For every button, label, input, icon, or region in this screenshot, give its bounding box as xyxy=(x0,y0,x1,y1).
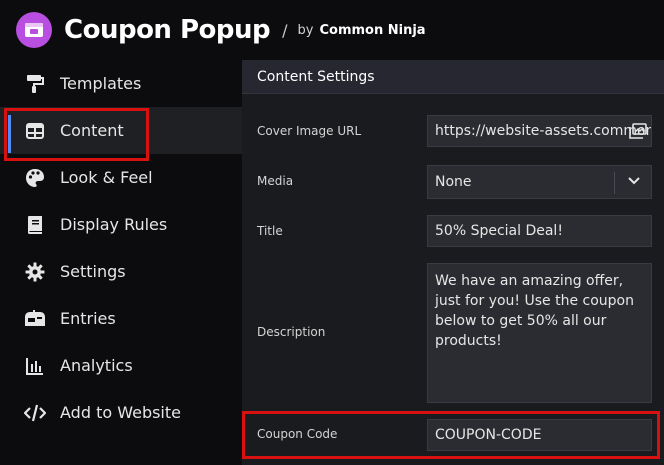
sidebar-item-display-rules[interactable]: Display Rules xyxy=(0,201,242,248)
title-value: 50% Special Deal! xyxy=(435,223,563,239)
coupon-code-label: Coupon Code xyxy=(257,427,338,441)
coupon-code-input[interactable]: COUPON-CODE xyxy=(427,419,652,451)
media-value: None xyxy=(435,174,472,190)
sidebar-item-add-to-website[interactable]: Add to Website xyxy=(0,389,242,436)
media-row: Media None xyxy=(242,165,664,199)
sidebar: Templates Content Look & Feel Display Ru… xyxy=(0,60,242,465)
brand-link[interactable]: Common Ninja xyxy=(319,23,425,38)
gear-icon xyxy=(24,261,46,283)
media-label: Media xyxy=(257,174,294,188)
select-divider xyxy=(614,172,615,194)
description-value: We have an amazing offer, just for you! … xyxy=(435,273,634,349)
sidebar-item-settings[interactable]: Settings xyxy=(0,248,242,295)
sidebar-item-label: Settings xyxy=(60,262,126,281)
description-label: Description xyxy=(257,325,326,339)
content-settings-panel: Content Settings Cover Image URL https:/… xyxy=(242,60,664,465)
sidebar-item-label: Look & Feel xyxy=(60,168,153,187)
table-grid-icon xyxy=(24,120,46,142)
by-label: by xyxy=(297,22,314,38)
book-icon xyxy=(24,214,46,236)
chevron-down-icon[interactable] xyxy=(627,174,641,192)
title-input[interactable]: 50% Special Deal! xyxy=(427,215,652,247)
sidebar-item-analytics[interactable]: Analytics xyxy=(0,342,242,389)
title-row: Title 50% Special Deal! xyxy=(242,215,664,249)
sidebar-item-look-feel[interactable]: Look & Feel xyxy=(0,154,242,201)
sidebar-item-label: Analytics xyxy=(60,356,133,375)
cover-image-value: https://website-assets.commoninja.com xyxy=(435,123,651,139)
image-gallery-icon[interactable] xyxy=(629,123,647,143)
panel-header: Content Settings xyxy=(242,60,664,94)
mailbox-icon xyxy=(24,308,46,330)
panel-title: Content Settings xyxy=(257,68,375,85)
sidebar-item-label: Entries xyxy=(60,309,116,328)
paint-roller-icon xyxy=(24,73,46,95)
cover-image-input[interactable]: https://website-assets.commoninja.com xyxy=(427,115,652,147)
cover-image-row: Cover Image URL https://website-assets.c… xyxy=(242,115,664,149)
popup-window-icon xyxy=(16,12,52,48)
cover-image-label: Cover Image URL xyxy=(257,124,362,138)
code-icon xyxy=(24,402,46,424)
app-title: Coupon Popup xyxy=(64,15,271,45)
app-header: Coupon Popup / by Common Ninja xyxy=(0,0,664,60)
sidebar-item-label: Templates xyxy=(60,74,142,93)
coupon-code-row: Coupon Code COUPON-CODE xyxy=(242,417,664,451)
bar-chart-icon xyxy=(24,355,46,377)
title-separator: / xyxy=(282,20,288,40)
title-label: Title xyxy=(257,224,283,238)
palette-icon xyxy=(24,167,46,189)
sidebar-item-content[interactable]: Content xyxy=(0,107,242,154)
sidebar-item-label: Content xyxy=(60,121,124,140)
sidebar-item-templates[interactable]: Templates xyxy=(0,60,242,107)
sidebar-item-label: Display Rules xyxy=(60,215,168,234)
media-select[interactable]: None xyxy=(427,165,652,199)
coupon-code-value: COUPON-CODE xyxy=(435,427,542,443)
description-row: Description We have an amazing offer, ju… xyxy=(242,263,664,403)
description-textarea[interactable]: We have an amazing offer, just for you! … xyxy=(427,263,652,403)
sidebar-item-entries[interactable]: Entries xyxy=(0,295,242,342)
sidebar-item-label: Add to Website xyxy=(60,403,181,422)
